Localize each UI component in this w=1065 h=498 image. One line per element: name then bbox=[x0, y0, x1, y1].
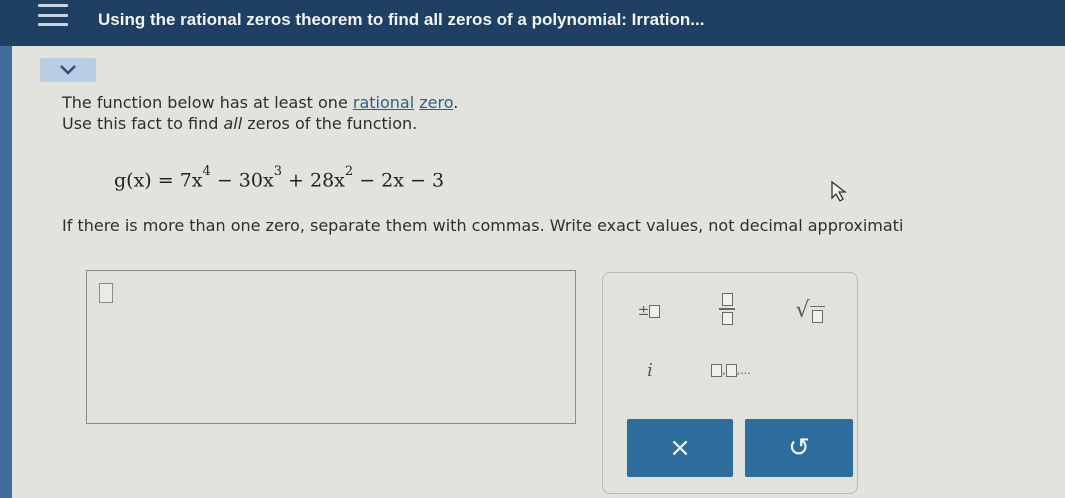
clear-button[interactable]: × bbox=[627, 419, 733, 477]
eq-exponent-3: 2 bbox=[344, 164, 354, 179]
eq-term-1: g(x) = 7x bbox=[114, 169, 203, 192]
rational-link[interactable]: rational bbox=[353, 93, 414, 112]
math-keypad: ± √ i ,,... × ↺ bbox=[602, 272, 858, 494]
plus-minus-button[interactable]: ± bbox=[627, 297, 671, 325]
collapse-button[interactable] bbox=[40, 58, 96, 82]
question-prompt: The function below has at least one rati… bbox=[62, 92, 458, 134]
fraction-button[interactable] bbox=[709, 287, 745, 331]
undo-icon: ↺ bbox=[788, 433, 810, 463]
eq-term-4: − 2x − 3 bbox=[353, 169, 445, 192]
box-icon bbox=[725, 363, 737, 377]
eq-term-2: − 30x bbox=[210, 169, 274, 192]
answer-instructions: If there is more than one zero, separate… bbox=[62, 216, 904, 235]
input-placeholder-box[interactable] bbox=[99, 283, 113, 303]
menu-icon[interactable] bbox=[38, 4, 68, 26]
eq-exponent-1: 4 bbox=[202, 164, 211, 179]
fraction-icon bbox=[719, 293, 735, 325]
left-stripe bbox=[0, 46, 12, 498]
page-title: Using the rational zeros theorem to find… bbox=[98, 10, 705, 29]
question-panel: The function below has at least one rati… bbox=[12, 46, 1065, 498]
imaginary-unit-button[interactable]: i bbox=[635, 355, 665, 385]
prompt-text-3: zeros of the function. bbox=[242, 114, 418, 133]
prompt-period: . bbox=[453, 93, 459, 112]
header-bar: Using the rational zeros theorem to find… bbox=[0, 0, 1065, 46]
prompt-text-2: Use this fact to find bbox=[62, 114, 224, 133]
imaginary-symbol: i bbox=[647, 359, 653, 381]
mouse-cursor-icon bbox=[831, 180, 847, 202]
chevron-down-icon bbox=[60, 65, 76, 75]
square-root-button[interactable]: √ bbox=[787, 295, 833, 325]
box-icon bbox=[711, 363, 723, 377]
prompt-text: The function below has at least one bbox=[62, 93, 353, 112]
square-root-icon: √ bbox=[795, 298, 825, 323]
close-icon: × bbox=[669, 433, 691, 463]
undo-button[interactable]: ↺ bbox=[745, 419, 853, 477]
answer-input[interactable] bbox=[86, 270, 576, 424]
list-dots: ,... bbox=[736, 363, 751, 377]
polynomial-equation: g(x) = 7x4 − 30x3 + 28x2 − 2x − 3 bbox=[114, 164, 445, 192]
box-icon bbox=[649, 304, 661, 318]
plus-minus-symbol: ± bbox=[637, 303, 650, 319]
eq-exponent-2: 3 bbox=[273, 164, 282, 179]
list-button[interactable]: ,,... bbox=[699, 359, 763, 381]
prompt-emphasis: all bbox=[223, 114, 243, 133]
eq-term-3: + 28x bbox=[281, 169, 345, 192]
zero-link[interactable]: zero bbox=[419, 93, 453, 112]
